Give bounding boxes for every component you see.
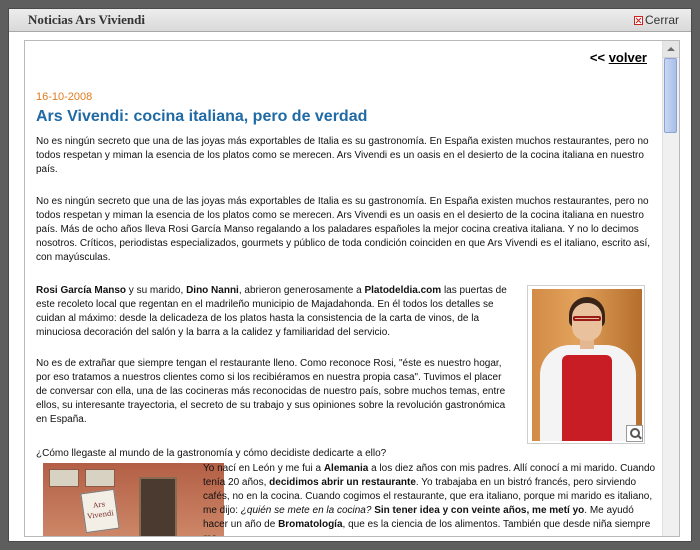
bold-span: Sin tener idea y con veinte años, me met… <box>374 505 585 516</box>
restaurant-window <box>49 469 79 487</box>
bold-span: Alemania <box>323 463 369 474</box>
article-headline: Ars Vivendi: cocina italiana, pero de ve… <box>36 108 368 125</box>
chef-apron <box>562 355 612 441</box>
italic-span: ¿quién se mete en la cocina? <box>240 505 372 516</box>
close-button[interactable]: Cerrar <box>633 13 679 27</box>
vertical-scrollbar[interactable] <box>662 41 679 536</box>
back-link[interactable]: volver <box>609 50 647 65</box>
close-label[interactable]: Cerrar <box>645 13 679 27</box>
back-prefix: << <box>589 50 606 65</box>
article-frame: << volver 16-10-2008 Ars Vivendi: cocina… <box>24 40 680 537</box>
bold-span: decidimos abrir un restaurante <box>269 477 416 488</box>
chef-glasses <box>573 316 601 321</box>
restaurant-window <box>85 469 115 487</box>
paragraph-4: No es de extrañar que siempre tengan el … <box>36 358 506 425</box>
name-dino: Dino Nanni <box>186 285 239 296</box>
interview-question: ¿Cómo llegaste al mundo de la gastronomí… <box>36 448 387 459</box>
text-span: y su marido, <box>126 285 187 296</box>
paragraph-2: No es ningún secreto que una de las joya… <box>36 196 651 263</box>
chef-photo-image <box>532 289 642 441</box>
restaurant-sign: Ars Vivendi <box>80 488 120 534</box>
restaurant-photo[interactable]: Ars Vivendi <box>43 463 224 536</box>
close-icon[interactable] <box>633 15 643 25</box>
paragraph-3: Rosi García Manso y su marido, Dino Nann… <box>36 284 512 340</box>
chef-photo[interactable] <box>527 285 645 444</box>
site-name: Platodeldia.com <box>364 285 442 296</box>
news-window: Noticias Ars Viviendi Cerrar << volver 1… <box>8 8 692 542</box>
bold-span: Bromatología <box>278 519 343 530</box>
text-span: , abrieron generosamente a <box>238 285 365 296</box>
window-title: Noticias Ars Viviendi <box>28 12 146 27</box>
interview-answer: Yo nací en León y me fui a Alemania a lo… <box>203 462 659 536</box>
text-span: Yo nací en León y me fui a <box>203 463 324 474</box>
restaurant-door <box>139 477 177 536</box>
name-rosi: Rosi García Manso <box>36 285 127 296</box>
article-date: 16-10-2008 <box>36 91 93 103</box>
zoom-icon[interactable] <box>626 425 643 442</box>
title-bar: Noticias Ars Viviendi Cerrar <box>9 9 691 32</box>
paragraph-1: No es ningún secreto que una de las joya… <box>36 136 649 175</box>
back-nav: << volver <box>590 50 647 65</box>
chef-face <box>572 303 602 341</box>
scrollbar-thumb[interactable] <box>664 58 677 133</box>
article-content: << volver 16-10-2008 Ars Vivendi: cocina… <box>25 41 661 536</box>
scroll-up-arrow-icon[interactable] <box>663 41 679 58</box>
